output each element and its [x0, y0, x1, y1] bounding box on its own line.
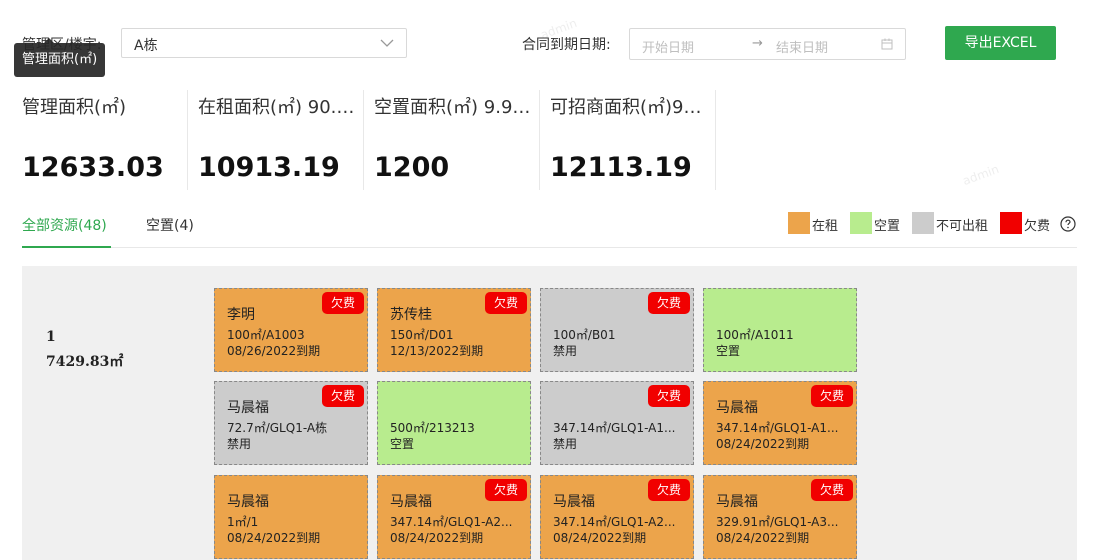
legend-label: 欠费: [1024, 219, 1051, 234]
contract-date-range-picker[interactable]: 开始日期 → 结束日期: [629, 28, 906, 60]
unit-card[interactable]: 苏传桂 150㎡/D01 12/13/2022到期 欠费: [377, 288, 531, 372]
stat-value: 1200: [374, 152, 450, 183]
unit-card[interactable]: 马晨福 347.14㎡/GLQ1-A2... 08/24/2022到期 欠费: [540, 475, 694, 559]
tab-active-indicator: [22, 246, 111, 248]
stat-title: 管理面积(㎡): [22, 97, 127, 118]
legend-swatch: [912, 212, 934, 234]
unit-grid-area: 1 7429.83㎡ 李明 100㎡/A1003 08/26/2022到期 欠费 苏传桂…: [22, 266, 1077, 560]
unit-card[interactable]: 500㎡/213213 空置: [377, 381, 531, 465]
unit-status: 08/24/2022到期: [390, 531, 484, 545]
unit-card[interactable]: 马晨福 72.7㎡/GLQ1-A栋 禁用 欠费: [214, 381, 368, 465]
unit-card[interactable]: 马晨福 1㎡/1 08/24/2022到期: [214, 475, 368, 559]
unit-status: 空置: [390, 437, 415, 451]
unit-tenant-name: 马晨福: [390, 494, 432, 510]
question-circle-icon[interactable]: [1060, 216, 1076, 232]
arrears-badge: 欠费: [648, 385, 690, 407]
unit-area-code: 150㎡/D01: [390, 328, 454, 342]
unit-tenant-name: 马晨福: [716, 494, 758, 510]
unit-area-code: 1㎡/1: [227, 515, 259, 529]
unit-status: 禁用: [553, 344, 578, 358]
arrears-badge: 欠费: [648, 479, 690, 501]
contract-date-label: 合同到期日期:: [522, 37, 611, 53]
unit-status: 禁用: [227, 437, 252, 451]
arrears-badge: 欠费: [811, 479, 853, 501]
tab-vacant[interactable]: 空置(4): [146, 215, 194, 235]
unit-tenant-name: 马晨福: [716, 400, 758, 416]
stat-managed-area: 管理面积(㎡) 12633.03: [22, 90, 188, 190]
unit-area-code: 100㎡/A1003: [227, 328, 305, 342]
unit-status: 禁用: [553, 437, 578, 451]
legend-swatch: [788, 212, 810, 234]
arrears-badge: 欠费: [485, 292, 527, 314]
stat-value: 12633.03: [22, 152, 164, 183]
unit-card[interactable]: 马晨福 347.14㎡/GLQ1-A1... 08/24/2022到期 欠费: [703, 381, 857, 465]
unit-area-code: 347.14㎡/GLQ1-A2...: [390, 515, 513, 529]
filter-bar: 管理区/楼宇: A栋 合同到期日期: 开始日期 → 结束日期 导出EXCEL: [0, 0, 1104, 90]
unit-card[interactable]: 李明 100㎡/A1003 08/26/2022到期 欠费: [214, 288, 368, 372]
unit-area-code: 500㎡/213213: [390, 421, 475, 435]
unit-status: 空置: [716, 344, 741, 358]
unit-card[interactable]: 100㎡/A1011 空置: [703, 288, 857, 372]
chevron-down-icon: [380, 39, 394, 47]
export-excel-button[interactable]: 导出EXCEL: [945, 26, 1056, 60]
stat-title: 可招商面积(㎡)95...: [550, 97, 710, 118]
building-select[interactable]: A栋: [121, 28, 407, 58]
stat-title: 在租面积(㎡) 90.0...: [198, 97, 358, 118]
unit-card[interactable]: 马晨福 329.91㎡/GLQ1-A3... 08/24/2022到期 欠费: [703, 475, 857, 559]
arrears-badge: 欠费: [485, 479, 527, 501]
unit-tenant-name: 马晨福: [227, 400, 269, 416]
unit-status: 08/24/2022到期: [553, 531, 647, 545]
building-select-value: A栋: [134, 38, 158, 54]
stat-value: 12113.19: [550, 152, 692, 183]
end-date-input[interactable]: 结束日期: [776, 37, 828, 56]
arrow-right-icon: →: [752, 36, 763, 51]
unit-tenant-name: 马晨福: [553, 494, 595, 510]
stat-rented-area: 在租面积(㎡) 90.0... 10913.19: [198, 90, 364, 190]
arrears-badge: 欠费: [322, 385, 364, 407]
stat-title: 空置面积(㎡) 9.91%: [374, 97, 534, 118]
unit-area-code: 329.91㎡/GLQ1-A3...: [716, 515, 839, 529]
floor-number: 1: [46, 329, 56, 345]
tooltip: 管理面积(㎡): [14, 38, 106, 77]
stat-vacant-area: 空置面积(㎡) 9.91% 1200: [374, 90, 540, 190]
watermark: admin: [960, 161, 1001, 189]
unit-status: 08/24/2022到期: [716, 531, 810, 545]
arrears-badge: 欠费: [322, 292, 364, 314]
legend-swatch: [850, 212, 872, 234]
calendar-icon: [881, 38, 893, 50]
unit-area-code: 100㎡/B01: [553, 328, 616, 342]
arrears-badge: 欠费: [811, 385, 853, 407]
stat-value: 10913.19: [198, 152, 340, 183]
resource-tabs: 全部资源(48) 空置(4) 在租 空置 不可出租 欠费: [22, 205, 1077, 248]
unit-area-code: 100㎡/A1011: [716, 328, 794, 342]
start-date-input[interactable]: 开始日期: [642, 37, 694, 56]
unit-status: 08/24/2022到期: [227, 531, 321, 545]
legend-label: 不可出租: [936, 219, 989, 234]
unit-card[interactable]: 马晨福 347.14㎡/GLQ1-A2... 08/24/2022到期 欠费: [377, 475, 531, 559]
legend-swatch: [1000, 212, 1022, 234]
floor-area: 7429.83㎡: [46, 354, 124, 370]
unit-tenant-name: 马晨福: [227, 494, 269, 510]
legend-label: 在租: [812, 219, 839, 234]
unit-card[interactable]: 100㎡/B01 禁用 欠费: [540, 288, 694, 372]
unit-area-code: 72.7㎡/GLQ1-A栋: [227, 421, 328, 435]
unit-area-code: 347.14㎡/GLQ1-A2...: [553, 515, 676, 529]
unit-status: 12/13/2022到期: [390, 344, 484, 358]
unit-area-code: 347.14㎡/GLQ1-A1...: [716, 421, 839, 435]
legend-label: 空置: [874, 219, 901, 234]
unit-area-code: 347.14㎡/GLQ1-A1...: [553, 421, 676, 435]
unit-status: 08/24/2022到期: [716, 437, 810, 451]
unit-tenant-name: 李明: [227, 307, 255, 323]
stat-leasable-area: 可招商面积(㎡)95... 12113.19: [550, 90, 716, 190]
arrears-badge: 欠费: [648, 292, 690, 314]
tab-all-resources[interactable]: 全部资源(48): [22, 215, 107, 235]
unit-tenant-name: 苏传桂: [390, 307, 432, 323]
unit-status: 08/26/2022到期: [227, 344, 321, 358]
unit-card[interactable]: 347.14㎡/GLQ1-A1... 禁用 欠费: [540, 381, 694, 465]
